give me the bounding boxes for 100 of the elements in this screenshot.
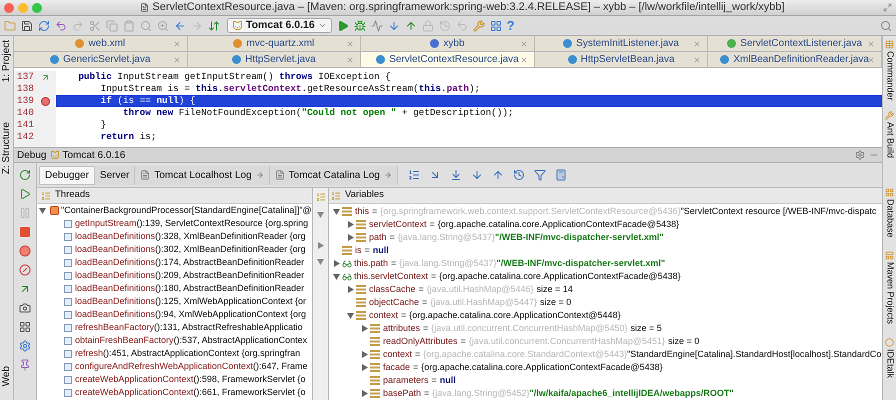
stack-frame[interactable]: loadBeanDefinitions():302, XmlBeanDefinitionReader {org xyxy=(75,242,306,256)
debug-tab[interactable]: Tomcat Localhost Log xyxy=(135,166,270,184)
editor-tab[interactable]: ServletContextResource.java xyxy=(361,52,535,67)
copy-icon[interactable] xyxy=(106,20,118,32)
collapsed-arrow-icon[interactable] xyxy=(348,234,354,241)
breakpoint-icon[interactable] xyxy=(40,96,50,106)
cut-icon[interactable] xyxy=(89,20,101,32)
stack-frame[interactable]: refresh():451, AbstractApplicationContext {org.springfran xyxy=(75,346,300,360)
run-configuration-dropdown[interactable]: Tomcat 6.0.16 xyxy=(227,18,332,33)
profile-icon[interactable] xyxy=(370,20,383,32)
variable-value: {org.apache.catalina.core.ApplicationContextFacade@5438} xyxy=(438,218,680,231)
rerun-icon[interactable] xyxy=(19,169,31,181)
close-icon[interactable] xyxy=(520,56,528,64)
tool-window-tab[interactable]: Maven Projects xyxy=(882,262,896,324)
collapsed-arrow-icon[interactable] xyxy=(348,286,354,293)
tool-window-tab[interactable]: 1: Project xyxy=(0,40,14,82)
debug-tab[interactable]: Tomcat Catalina Log xyxy=(270,166,398,184)
equals-sign: = xyxy=(415,348,420,361)
expanded-arrow-icon[interactable] xyxy=(39,208,46,214)
undo-icon[interactable] xyxy=(55,20,67,32)
vcs-update-icon[interactable] xyxy=(388,20,400,32)
variable-name: context xyxy=(383,348,412,361)
variable-name: attributes xyxy=(383,322,420,335)
expanded-arrow-icon[interactable] xyxy=(333,208,340,214)
stop-icon[interactable] xyxy=(19,226,31,238)
tool-window-tab[interactable]: Ant Build xyxy=(882,122,896,158)
folder-icon[interactable] xyxy=(4,20,16,32)
force-step-into-icon[interactable] xyxy=(470,169,483,181)
stack-frame[interactable]: obtainFreshBeanFactory():537, AbstractApplicationContex xyxy=(75,334,308,348)
stack-frame[interactable]: loadBeanDefinitions():328, XmlBeanDefinitionReader {org xyxy=(75,230,306,244)
fullscreen-icon[interactable] xyxy=(883,3,892,12)
export-icon[interactable] xyxy=(19,283,31,295)
tool-window-tab[interactable]: IDEtalk xyxy=(882,349,896,378)
stack-frame[interactable]: refreshBeanFactory():131, AbstractRefreshableApplicatio xyxy=(75,320,303,334)
close-button[interactable] xyxy=(4,2,14,12)
stack-frame[interactable]: loadBeanDefinitions():94, XmlWebApplicationContext {org xyxy=(75,308,306,322)
editor-tab[interactable]: mvc-quartz.xml xyxy=(188,36,362,51)
debug-tab[interactable]: Server xyxy=(94,166,136,184)
expand-icon[interactable] xyxy=(317,259,324,265)
step-out-icon[interactable] xyxy=(492,169,504,181)
breakpoints-icon[interactable] xyxy=(19,245,31,257)
variable-value: size = 14 xyxy=(536,282,573,296)
variable-value: "/WEB-INF/mvc-dispatcher-servlet.xml" xyxy=(496,256,666,270)
tool-window-tab[interactable]: Z: Structure xyxy=(0,122,14,174)
variable-name: classCache xyxy=(369,282,416,296)
collapsed-arrow-icon[interactable] xyxy=(362,390,368,397)
zoom-icon[interactable] xyxy=(157,20,169,32)
thread-name[interactable]: "ContainerBackgroundProcessor[StandardEngine[Catalina]]"@ xyxy=(61,204,312,218)
run-icon[interactable] xyxy=(336,20,349,32)
collapsed-arrow-icon[interactable] xyxy=(362,364,368,371)
settings-icon[interactable] xyxy=(855,150,865,160)
refresh-icon[interactable] xyxy=(38,20,50,32)
vcs-commit-icon[interactable] xyxy=(404,20,417,32)
collapsed-arrow-icon[interactable] xyxy=(362,351,368,358)
pin-icon[interactable] xyxy=(19,359,31,371)
stack-frame[interactable]: configureAndRefreshWebApplicationContext():647, Frame xyxy=(75,360,308,374)
line-number: 138 xyxy=(16,82,34,96)
snapshot-icon[interactable] xyxy=(19,302,31,314)
collapse-icon[interactable] xyxy=(318,242,324,249)
search-icon[interactable] xyxy=(880,20,892,32)
collapsed-arrow-icon[interactable] xyxy=(348,221,354,228)
line-number: 137 xyxy=(16,70,34,84)
stack-frame[interactable]: createWebApplicationContext():661, FrameworkServlet {o xyxy=(75,386,306,400)
stack-frame[interactable]: loadBeanDefinitions():180, AbstractBeanDefinitionReader xyxy=(75,282,304,296)
stack-frame[interactable]: loadBeanDefinitions():209, AbstractBeanDefinitionReader xyxy=(75,268,304,282)
layout-icon[interactable] xyxy=(19,321,31,333)
stack-frame[interactable]: getInputStream():139, ServletContextResource {org.spring xyxy=(75,216,308,230)
tool-window-tab[interactable]: Database xyxy=(882,198,896,238)
variable-value: size = 0 xyxy=(540,296,572,309)
variable-value: "ServletContext resource [/WEB-INF/mvc-dispatc xyxy=(680,204,876,218)
variable-value: {org.apache.catalina.core.ApplicationContextFacade@5438} xyxy=(421,360,663,374)
debug-tab[interactable]: Debugger xyxy=(39,166,95,184)
collapsed-arrow-icon[interactable] xyxy=(362,325,368,332)
tool-window-tab[interactable]: Commander xyxy=(882,51,896,101)
editor-tab[interactable]: HttpServlet.java xyxy=(188,52,362,67)
variable-type: {java.util.HashMap@5446} xyxy=(426,282,534,296)
save-icon[interactable] xyxy=(21,20,33,32)
equals-sign: = xyxy=(431,270,436,283)
tool-window-tab[interactable]: Web xyxy=(0,366,14,386)
evaluate-icon[interactable] xyxy=(554,169,567,181)
resume-icon[interactable] xyxy=(19,188,31,200)
variable-name: readOnlyAttributes xyxy=(383,334,458,348)
mute-icon[interactable] xyxy=(19,264,31,276)
expanded-arrow-icon[interactable] xyxy=(347,312,354,318)
variable-value: size = 5 xyxy=(630,322,662,335)
paste-icon[interactable] xyxy=(123,20,135,32)
tab-label: HttpServletBean.java xyxy=(580,53,675,67)
settings-icon[interactable] xyxy=(19,340,31,352)
step-into-icon[interactable] xyxy=(450,169,462,181)
expand-all-icon[interactable] xyxy=(317,212,324,218)
collapsed-arrow-icon[interactable] xyxy=(334,260,340,267)
search-icon[interactable] xyxy=(140,20,152,32)
debug-icon[interactable] xyxy=(354,20,366,32)
back-icon[interactable] xyxy=(174,20,186,32)
stack-frame[interactable]: createWebApplicationContext():598, FrameworkServlet {o xyxy=(75,372,306,386)
stack-frame[interactable]: loadBeanDefinitions():174, AbstractBeanDefinitionReader xyxy=(75,256,304,270)
stack-frame[interactable]: loadBeanDefinitions():125, XmlWebApplicationContext {or xyxy=(75,294,306,308)
equals-sign: = xyxy=(418,282,424,296)
zoom-button[interactable] xyxy=(32,2,42,12)
expanded-arrow-icon[interactable] xyxy=(333,274,340,280)
